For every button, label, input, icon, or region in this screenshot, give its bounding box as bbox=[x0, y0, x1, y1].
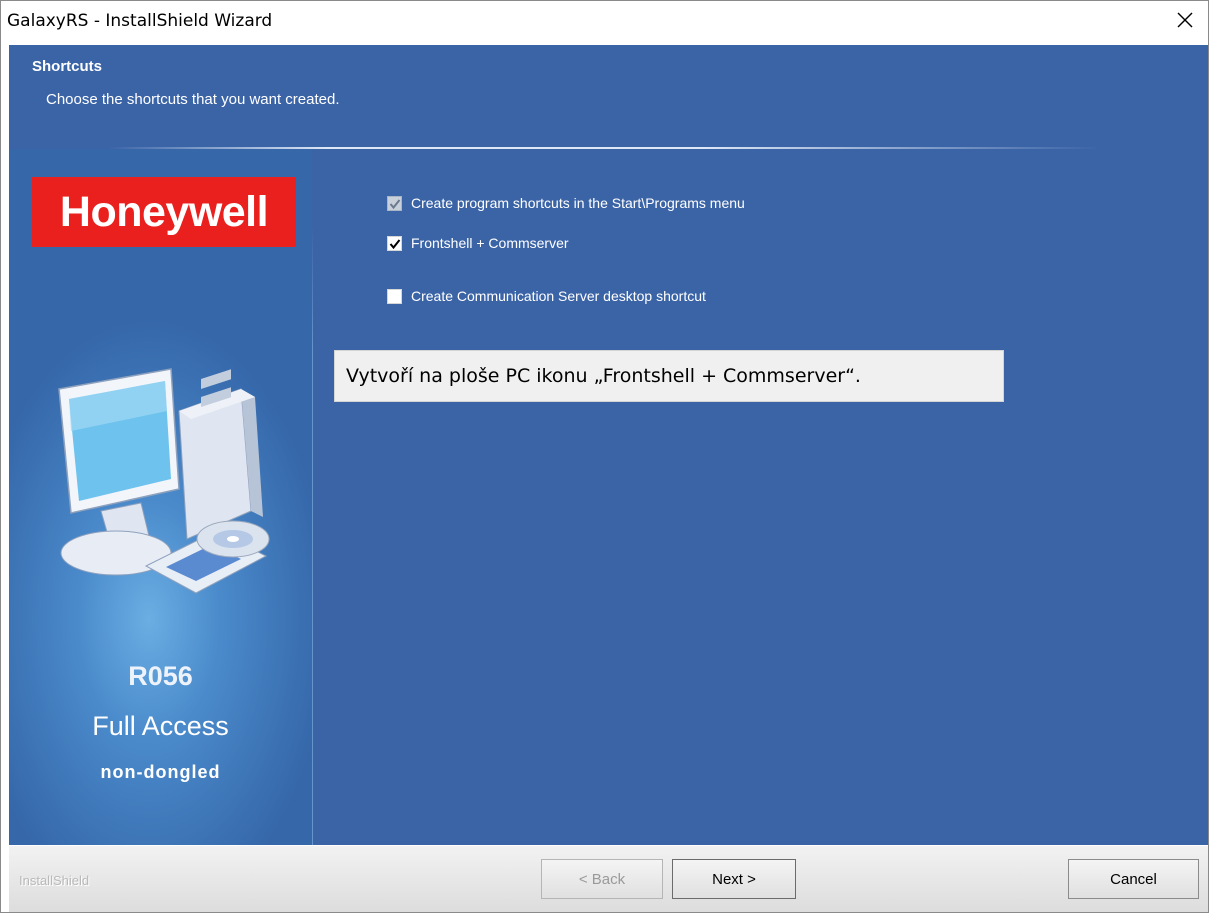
computer-with-disc-icon bbox=[58, 368, 270, 594]
option-frontshell-commserver[interactable]: Frontshell + Commserver bbox=[387, 235, 569, 251]
tooltip-text: Vytvoří na ploše PC ikonu „Frontshell + … bbox=[346, 365, 861, 387]
version-label: R056 bbox=[128, 661, 193, 691]
license-label: non-dongled bbox=[100, 762, 221, 782]
logo-text: Honeywell bbox=[59, 187, 269, 236]
next-button[interactable]: Next > bbox=[672, 859, 796, 899]
panel-divider bbox=[312, 227, 313, 845]
option-label: Create program shortcuts in the Start\Pr… bbox=[411, 195, 745, 211]
back-button-label: < Back bbox=[578, 870, 626, 888]
cancel-button[interactable]: Cancel bbox=[1068, 859, 1199, 899]
option-label: Frontshell + Commserver bbox=[411, 235, 569, 251]
cancel-button-label: Cancel bbox=[1110, 870, 1157, 888]
checkbox-frontshell-commserver[interactable] bbox=[387, 235, 402, 251]
page-title: Shortcuts bbox=[32, 58, 103, 75]
access-label: Full Access bbox=[92, 711, 229, 741]
next-button-label: Next > bbox=[712, 870, 756, 888]
back-button[interactable]: < Back bbox=[541, 859, 663, 899]
close-icon[interactable] bbox=[1162, 1, 1208, 39]
installer-window: GalaxyRS - InstallShield Wizard Shortcut… bbox=[0, 0, 1209, 913]
title-bar[interactable]: GalaxyRS - InstallShield Wizard bbox=[1, 1, 1208, 39]
honeywell-logo: Honeywell bbox=[32, 177, 296, 247]
checkbox-program-shortcuts bbox=[387, 195, 402, 211]
page-subtitle: Choose the shortcuts that you want creat… bbox=[46, 91, 340, 108]
window-title: GalaxyRS - InstallShield Wizard bbox=[7, 11, 273, 31]
option-commserver-desktop-shortcut[interactable]: Create Communication Server desktop shor… bbox=[387, 288, 706, 304]
option-label: Create Communication Server desktop shor… bbox=[411, 288, 706, 304]
option-program-shortcuts: Create program shortcuts in the Start\Pr… bbox=[387, 195, 745, 211]
tooltip: Vytvoří na ploše PC ikonu „Frontshell + … bbox=[334, 350, 1004, 402]
checkbox-commserver-desktop-shortcut[interactable] bbox=[387, 288, 402, 304]
installshield-brand: InstallShield bbox=[19, 873, 90, 888]
